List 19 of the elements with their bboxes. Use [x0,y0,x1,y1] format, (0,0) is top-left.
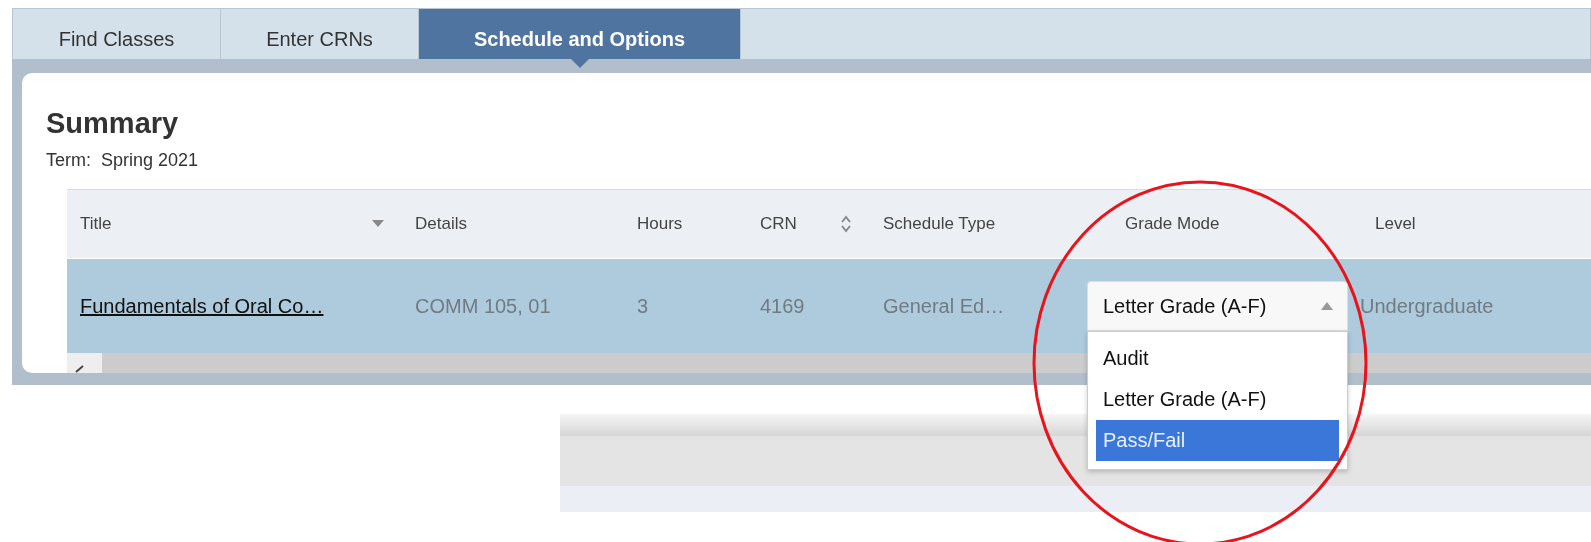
dropdown-option[interactable]: Pass/Fail [1096,420,1339,461]
column-header[interactable]: Level [1375,214,1416,234]
dropdown-option[interactable]: Letter Grade (A-F) [1096,379,1339,420]
table-cell: COMM 105, 01 [415,294,551,318]
table-cell: 3 [637,294,649,318]
table-cell: 4169 [760,294,805,318]
section-title: Summary [46,107,180,140]
column-header[interactable]: Hours [637,214,683,234]
column-header[interactable]: Details [415,214,467,234]
tab[interactable]: Schedule and Options [419,9,741,59]
term-label: Term: Spring 2021 [46,150,200,171]
column-header[interactable]: CRN [760,214,797,234]
table-cell: Undergraduate [1360,294,1494,318]
dropdown-option[interactable]: Audit [1096,338,1339,379]
column-header[interactable]: Title [80,214,112,234]
course-title-link[interactable]: Fundamentals of Oral Co… [80,294,324,318]
table-cell: General Ed… [883,294,1005,318]
column-header[interactable]: Grade Mode [1125,214,1220,234]
column-header[interactable]: Schedule Type [883,214,996,234]
